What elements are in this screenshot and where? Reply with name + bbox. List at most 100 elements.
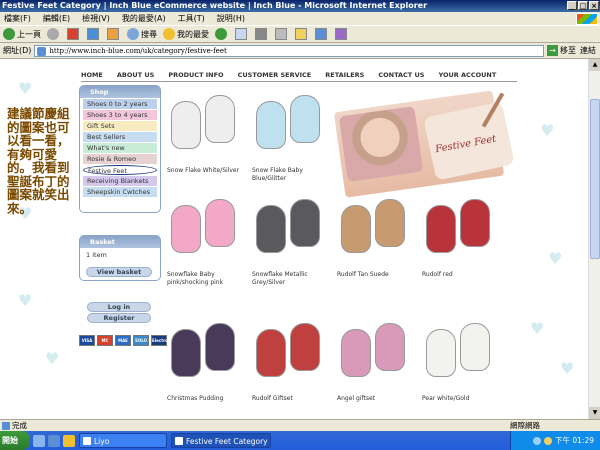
annotation-text: 建議節慶組的圖案也可以看一看，有夠可愛的。我看到聖誕布丁的圖案就笑出來。 xyxy=(7,106,70,216)
menu-edit[interactable]: 編輯(E) xyxy=(43,13,70,24)
print-button[interactable] xyxy=(255,28,269,40)
product-name[interactable]: Snowflake Metallic Grey/Silver xyxy=(252,271,334,287)
shoe-image[interactable] xyxy=(205,95,235,143)
history-icon xyxy=(215,28,227,40)
shop-item-shoes-3-to-4-years[interactable]: Shoes 3 to 4 years xyxy=(83,110,157,120)
shoe-image[interactable] xyxy=(426,205,456,253)
volume-icon[interactable] xyxy=(544,436,552,445)
scroll-up-icon[interactable]: ▲ xyxy=(589,59,600,71)
menu-file[interactable]: 檔案(F) xyxy=(4,13,31,24)
product-name[interactable]: Angel giftset xyxy=(337,395,419,403)
menu-favorites[interactable]: 我的最愛(A) xyxy=(122,13,166,24)
menu-tools[interactable]: 工具(T) xyxy=(178,13,205,24)
shop-item-what-s-new[interactable]: What's new xyxy=(83,143,157,153)
product-name[interactable]: Snowflake Baby pink/shocking pink xyxy=(167,271,249,287)
shop-item-sheepskin-cwtches[interactable]: Sheepskin Cwtches xyxy=(83,187,157,197)
product-name[interactable]: Pear white/Gold xyxy=(422,395,504,403)
nav-your-account[interactable]: YOUR ACCOUNT xyxy=(438,71,496,79)
network-icon[interactable] xyxy=(533,436,541,445)
refresh-button[interactable] xyxy=(87,28,101,40)
menu-view[interactable]: 檢視(V) xyxy=(82,13,110,24)
shop-item-shoes-0-to-2-years[interactable]: Shoes 0 to 2 years xyxy=(83,99,157,109)
favorites-button[interactable]: 我的最愛 xyxy=(163,28,209,40)
nav-divider xyxy=(81,81,517,82)
shoe-image[interactable] xyxy=(426,329,456,377)
vertical-scrollbar[interactable]: ▲ ▼ xyxy=(588,59,600,419)
shoe-image[interactable] xyxy=(256,101,286,149)
product-name[interactable]: Christmas Pudding xyxy=(167,395,249,403)
nav-about-us[interactable]: ABOUT US xyxy=(117,71,154,79)
toolbar: 上一頁 搜尋 我的最愛 xyxy=(0,25,600,43)
links-button[interactable]: 連結 xyxy=(580,45,596,56)
view-basket-button[interactable]: View basket xyxy=(86,267,152,277)
research-button[interactable] xyxy=(335,28,349,40)
go-button[interactable]: → 移至 xyxy=(547,45,576,56)
shoe-image[interactable] xyxy=(341,329,371,377)
close-button[interactable]: × xyxy=(589,1,599,10)
shop-item-receiving-blankets[interactable]: Receiving Blankets xyxy=(83,176,157,186)
taskbar-item-liyo[interactable]: Liyo xyxy=(79,433,167,448)
forward-button[interactable] xyxy=(47,28,61,40)
shoe-image[interactable] xyxy=(205,199,235,247)
shop-item-rosie-romeo[interactable]: Rosie & Romeo xyxy=(83,154,157,164)
shoe-image[interactable] xyxy=(375,323,405,371)
shoe-image[interactable] xyxy=(290,323,320,371)
shoe-image[interactable] xyxy=(460,323,490,371)
show-desktop-icon[interactable] xyxy=(33,434,45,447)
menu-help[interactable]: 說明(H) xyxy=(217,13,245,24)
product-name[interactable]: Rudolf Giftset xyxy=(252,395,334,403)
product-name[interactable]: Rudolf Tan Suede xyxy=(337,271,419,279)
shoe-image[interactable] xyxy=(460,199,490,247)
window-title: Festive Feet Category | Inch Blue eComme… xyxy=(2,1,428,10)
register-button[interactable]: Register xyxy=(87,313,151,323)
search-button[interactable]: 搜尋 xyxy=(127,28,157,40)
mail-button[interactable] xyxy=(235,28,249,40)
messenger-button[interactable] xyxy=(315,28,329,40)
ie-quicklaunch-icon[interactable] xyxy=(48,434,60,447)
shop-item-gift-sets[interactable]: Gift Sets xyxy=(83,121,157,131)
shoe-image[interactable] xyxy=(375,199,405,247)
status-text: 完成 xyxy=(12,421,27,430)
nav-home[interactable]: HOME xyxy=(81,71,103,79)
shoe-image[interactable] xyxy=(341,205,371,253)
edit-button[interactable] xyxy=(275,28,289,40)
product-name[interactable]: Rudolf red xyxy=(422,271,504,279)
maximize-button[interactable]: □ xyxy=(578,1,588,10)
shoe-image[interactable] xyxy=(171,205,201,253)
minimize-button[interactable]: _ xyxy=(567,1,577,10)
nav-contact-us[interactable]: CONTACT US xyxy=(378,71,424,79)
history-button[interactable] xyxy=(215,28,229,40)
start-button[interactable]: 開始 xyxy=(0,431,30,450)
product-name[interactable]: Snow Flake Baby Blue/Glitter xyxy=(252,167,334,183)
nav-customer-service[interactable]: CUSTOMER SERVICE xyxy=(238,71,312,79)
back-label: 上一頁 xyxy=(17,29,41,39)
explorer-quicklaunch-icon[interactable] xyxy=(63,434,75,447)
address-bar: 網址(D) http://www.inch-blue.com/uk/catego… xyxy=(0,43,600,59)
nav-product-info[interactable]: PRODUCT INFO xyxy=(168,71,223,79)
discuss-button[interactable] xyxy=(295,28,309,40)
scroll-thumb[interactable] xyxy=(590,99,600,259)
shoe-image[interactable] xyxy=(290,199,320,247)
search-icon xyxy=(127,28,139,40)
taskbar-item-browser[interactable]: Festive Feet Category | Inc... xyxy=(171,433,271,448)
shoe-image[interactable] xyxy=(256,329,286,377)
scroll-down-icon[interactable]: ▼ xyxy=(589,407,600,419)
shoe-image[interactable] xyxy=(171,101,201,149)
home-button[interactable] xyxy=(107,28,121,40)
nav-retailers[interactable]: RETAILERS xyxy=(325,71,364,79)
folder-icon xyxy=(83,437,91,445)
shop-item-festive-feet[interactable]: Festive Feet xyxy=(83,165,157,175)
shop-item-best-sellers[interactable]: Best Sellers xyxy=(83,132,157,142)
address-input[interactable]: http://www.inch-blue.com/uk/category/fes… xyxy=(34,44,544,57)
product-name[interactable]: Snow Flake White/Silver xyxy=(167,167,249,175)
shoe-image[interactable] xyxy=(256,205,286,253)
favorites-label: 我的最愛 xyxy=(177,29,209,39)
login-button[interactable]: Log in xyxy=(87,302,151,312)
shoe-image[interactable] xyxy=(171,329,201,377)
mastercard-logo: MC xyxy=(97,335,113,346)
stop-button[interactable] xyxy=(67,28,81,40)
heart-decoration-icon: ♥ xyxy=(45,349,60,368)
back-button[interactable]: 上一頁 xyxy=(3,28,41,40)
shoe-image[interactable] xyxy=(290,95,320,143)
shoe-image[interactable] xyxy=(205,323,235,371)
